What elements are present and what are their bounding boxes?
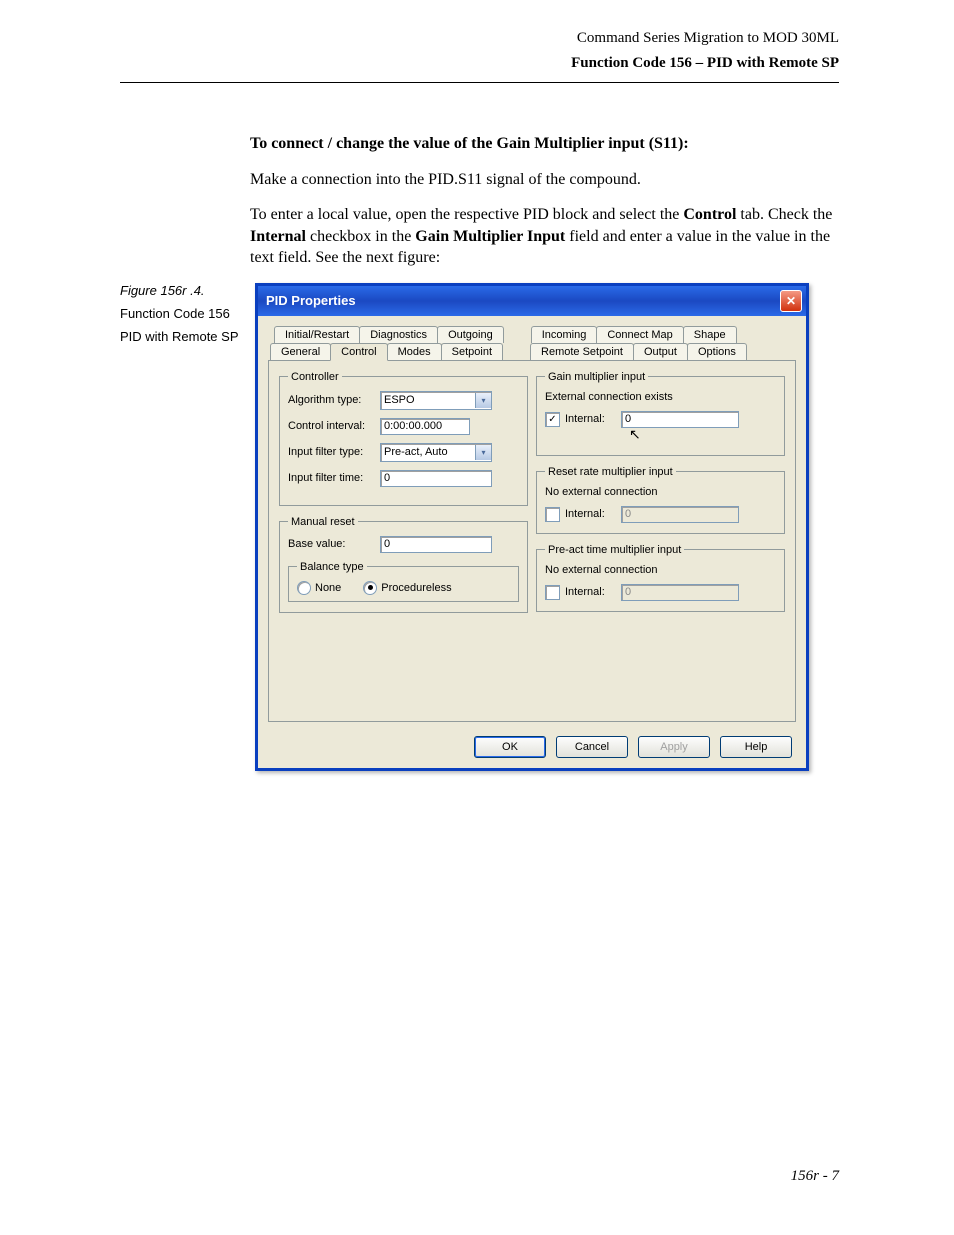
instruction-p1: Make a connection into the PID.S11 signa…: [250, 169, 839, 191]
input-filter-time-input[interactable]: [380, 470, 492, 487]
header-sub: Function Code 156 – PID with Remote SP: [120, 55, 839, 72]
reset-status-text: No external connection: [545, 486, 776, 498]
dialog-titlebar[interactable]: PID Properties ✕: [258, 286, 806, 316]
close-button[interactable]: ✕: [780, 290, 802, 312]
chevron-down-icon[interactable]: [475, 445, 491, 460]
tab-connect-map[interactable]: Connect Map: [596, 326, 683, 343]
balance-procedureless-label: Procedureless: [381, 582, 451, 594]
p2-control: Control: [683, 206, 736, 223]
p2-internal: Internal: [250, 228, 306, 245]
tabs-back-row: Initial/Restart Diagnostics Outgoing Inc…: [274, 326, 796, 343]
balance-none-radio[interactable]: None: [297, 581, 341, 595]
balance-type-group: Balance type None Procedureless: [288, 561, 519, 602]
preact-status-text: No external connection: [545, 564, 776, 576]
p2-gain: Gain Multiplier Input: [415, 228, 565, 245]
reset-rate-group: Reset rate multiplier input No external …: [536, 466, 785, 534]
balance-type-legend: Balance type: [297, 561, 367, 573]
tab-control[interactable]: Control: [330, 343, 387, 361]
pid-properties-dialog: PID Properties ✕ Initial/Restart Diagnos…: [255, 283, 809, 771]
balance-procedureless-radio[interactable]: Procedureless: [363, 581, 451, 595]
preact-internal-label: Internal:: [565, 586, 621, 598]
tab-initial-restart[interactable]: Initial/Restart: [274, 326, 360, 343]
preact-time-legend: Pre-act time multiplier input: [545, 544, 684, 556]
apply-button: Apply: [638, 736, 710, 758]
manual-reset-group: Manual reset Base value: Balance type: [279, 516, 528, 613]
manual-reset-legend: Manual reset: [288, 516, 358, 528]
cancel-button[interactable]: Cancel: [556, 736, 628, 758]
balance-none-label: None: [315, 582, 341, 594]
tab-options[interactable]: Options: [687, 343, 747, 360]
controller-legend: Controller: [288, 371, 342, 383]
help-button[interactable]: Help: [720, 736, 792, 758]
reset-internal-label: Internal:: [565, 508, 621, 520]
figure-label: Figure 156r .4.: [120, 283, 250, 298]
header-divider: [120, 82, 839, 83]
instruction-p2: To enter a local value, open the respect…: [250, 204, 839, 269]
chevron-down-icon[interactable]: [475, 393, 491, 408]
close-icon: ✕: [786, 294, 796, 308]
ok-button[interactable]: OK: [474, 736, 546, 758]
header-top: Command Series Migration to MOD 30ML: [120, 30, 839, 47]
control-interval-input[interactable]: [380, 418, 470, 435]
reset-rate-legend: Reset rate multiplier input: [545, 466, 676, 478]
tab-panel-control: Controller Algorithm type: ESPO Co: [268, 360, 796, 722]
p2-pre: To enter a local value, open the respect…: [250, 206, 683, 223]
tab-incoming[interactable]: Incoming: [531, 326, 598, 343]
instruction-heading: To connect / change the value of the Gai…: [250, 133, 839, 155]
gain-internal-input[interactable]: [621, 411, 739, 428]
gain-multiplier-legend: Gain multiplier input: [545, 371, 648, 383]
tab-output[interactable]: Output: [633, 343, 688, 360]
reset-internal-checkbox[interactable]: [545, 507, 560, 522]
controller-group: Controller Algorithm type: ESPO Co: [279, 371, 528, 506]
gain-multiplier-group: Gain multiplier input External connectio…: [536, 371, 785, 456]
tab-remote-setpoint[interactable]: Remote Setpoint: [530, 343, 634, 360]
input-filter-type-label: Input filter type:: [288, 446, 380, 458]
base-value-input[interactable]: [380, 536, 492, 553]
gain-internal-checkbox[interactable]: ✓: [545, 412, 560, 427]
preact-internal-input: [621, 584, 739, 601]
gain-internal-label: Internal:: [565, 413, 621, 425]
input-filter-type-select[interactable]: Pre-act, Auto: [380, 443, 492, 462]
figure-caption-2: PID with Remote SP: [120, 329, 250, 344]
preact-internal-checkbox[interactable]: [545, 585, 560, 600]
figure-caption-1: Function Code 156: [120, 306, 250, 321]
reset-internal-input: [621, 506, 739, 523]
input-filter-time-label: Input filter time:: [288, 472, 380, 484]
tab-shape[interactable]: Shape: [683, 326, 737, 343]
control-interval-label: Control interval:: [288, 420, 380, 432]
tab-diagnostics[interactable]: Diagnostics: [359, 326, 438, 343]
algorithm-type-label: Algorithm type:: [288, 394, 380, 406]
gain-status-text: External connection exists: [545, 391, 776, 403]
tab-modes[interactable]: Modes: [387, 343, 442, 360]
algorithm-type-select[interactable]: ESPO: [380, 391, 492, 410]
cursor-icon: ↖: [629, 426, 860, 443]
tab-general[interactable]: General: [270, 343, 331, 360]
preact-time-group: Pre-act time multiplier input No externa…: [536, 544, 785, 612]
tab-setpoint[interactable]: Setpoint: [441, 343, 503, 360]
dialog-title: PID Properties: [266, 293, 356, 308]
p2-mid2: checkbox in the: [306, 228, 415, 245]
base-value-label: Base value:: [288, 538, 380, 550]
tabs-front-row: General Control Modes Setpoint Remote Se…: [270, 343, 796, 360]
page-footer: 156r - 7: [791, 1168, 839, 1185]
input-filter-type-value: Pre-act, Auto: [381, 446, 475, 458]
tab-outgoing[interactable]: Outgoing: [437, 326, 504, 343]
p2-mid1: tab. Check the: [736, 206, 832, 223]
algorithm-type-value: ESPO: [381, 394, 475, 406]
